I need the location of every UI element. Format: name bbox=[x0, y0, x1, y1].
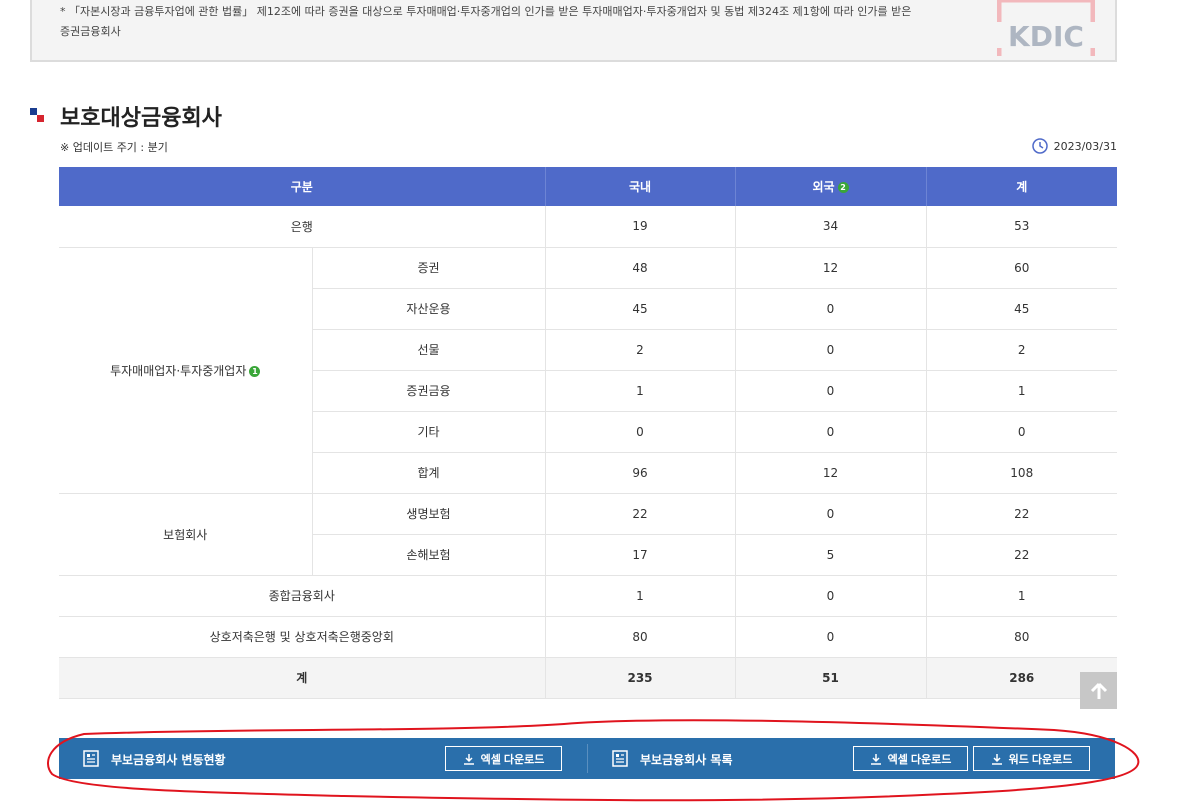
footnote-badge-2[interactable]: 2 bbox=[837, 182, 849, 193]
word-download-label: 워드 다운로드 bbox=[1008, 753, 1073, 766]
excel-download-button-list[interactable]: 엑셀 다운로드 bbox=[853, 746, 968, 771]
cell-total: 53 bbox=[926, 206, 1117, 248]
cell-total: 22 bbox=[926, 493, 1117, 535]
cell-domestic: 17 bbox=[545, 534, 736, 576]
cell-domestic: 235 bbox=[545, 657, 736, 699]
row-label: 자산운용 bbox=[312, 288, 546, 330]
download-group-changes: 부보금융회사 변동현황 엑셀 다운로드 bbox=[59, 738, 587, 779]
row-label: 계 bbox=[59, 657, 546, 699]
cell-domestic: 2 bbox=[545, 329, 736, 371]
cell-total: 60 bbox=[926, 247, 1117, 289]
cell-domestic: 22 bbox=[545, 493, 736, 535]
download-icon bbox=[991, 753, 1002, 765]
scroll-top-button[interactable] bbox=[1080, 672, 1117, 709]
table-total-row: 계 235 51 286 bbox=[59, 657, 1117, 699]
cell-foreign: 5 bbox=[735, 534, 927, 576]
header-foreign: 외국 2 bbox=[735, 167, 927, 206]
download-icon bbox=[870, 753, 881, 765]
cell-total: 1 bbox=[926, 370, 1117, 412]
table-row: 종합금융회사 1 0 1 bbox=[59, 575, 1117, 617]
table-row: 은행 19 34 53 bbox=[59, 206, 1117, 248]
notice-box: * 「자본시장과 금융투자업에 관한 법률」 제12조에 따라 증권을 대상으로… bbox=[30, 0, 1117, 62]
cell-foreign: 0 bbox=[735, 493, 927, 535]
row-label: 합계 bbox=[312, 452, 546, 494]
cell-foreign: 0 bbox=[735, 329, 927, 371]
download-bar: 부보금융회사 변동현황 엑셀 다운로드 부보금융회사 목록 엑셀 다운로드 워드… bbox=[59, 738, 1115, 779]
kdic-logo: KDIC bbox=[997, 0, 1095, 56]
row-label: 상호저축은행 및 상호저축은행중앙회 bbox=[59, 616, 546, 658]
header-category: 구분 bbox=[59, 167, 546, 206]
group-label-invest: 투자매매업자·투자중개업자 1 bbox=[59, 247, 313, 494]
header-domestic: 국내 bbox=[545, 167, 736, 206]
cell-foreign: 51 bbox=[735, 657, 927, 699]
cell-domestic: 1 bbox=[545, 575, 736, 617]
excel-download-label: 엑셀 다운로드 bbox=[480, 753, 545, 766]
update-date: 2023/03/31 bbox=[1031, 138, 1117, 154]
cell-foreign: 34 bbox=[735, 206, 927, 248]
excel-download-label: 엑셀 다운로드 bbox=[887, 753, 952, 766]
cell-foreign: 0 bbox=[735, 575, 927, 617]
download-label-changes: 부보금융회사 변동현황 bbox=[111, 753, 226, 767]
cell-total: 108 bbox=[926, 452, 1117, 494]
group-label-insurance: 보험회사 bbox=[59, 493, 313, 576]
table-row: 보험회사 생명보험 22 0 22 bbox=[59, 493, 1117, 576]
row-label: 선물 bbox=[312, 329, 546, 371]
document-icon bbox=[83, 750, 99, 767]
cell-domestic: 1 bbox=[545, 370, 736, 412]
row-label: 증권금융 bbox=[312, 370, 546, 412]
row-label: 증권 bbox=[312, 247, 546, 289]
table-row: 투자매매업자·투자중개업자 1 증권 48 12 60 bbox=[59, 247, 1117, 494]
cell-domestic: 45 bbox=[545, 288, 736, 330]
cell-foreign: 0 bbox=[735, 370, 927, 412]
row-label: 생명보험 bbox=[312, 493, 546, 535]
title-bullet-icon bbox=[30, 108, 46, 124]
group-label-text: 투자매매업자·투자중개업자 bbox=[110, 363, 247, 378]
section-title: 보호대상금융회사 bbox=[30, 100, 222, 132]
cell-domestic: 96 bbox=[545, 452, 736, 494]
cell-foreign: 12 bbox=[735, 247, 927, 289]
row-label: 손해보험 bbox=[312, 534, 546, 576]
document-icon bbox=[612, 750, 628, 767]
cell-foreign: 0 bbox=[735, 288, 927, 330]
cell-total: 0 bbox=[926, 411, 1117, 453]
kdic-logo-text: KDIC bbox=[1008, 20, 1084, 53]
row-label: 종합금융회사 bbox=[59, 575, 546, 617]
download-icon bbox=[463, 753, 474, 765]
cell-foreign: 0 bbox=[735, 616, 927, 658]
scroll-top-arrow-icon bbox=[1090, 682, 1107, 699]
footnote-badge-1[interactable]: 1 bbox=[249, 365, 261, 377]
cell-total: 1 bbox=[926, 575, 1117, 617]
header-total: 계 bbox=[926, 167, 1117, 206]
notice-text: * 「자본시장과 금융투자업에 관한 법률」 제12조에 따라 증권을 대상으로… bbox=[60, 2, 940, 42]
cell-total: 22 bbox=[926, 534, 1117, 576]
row-label: 은행 bbox=[59, 206, 546, 248]
header-foreign-label: 외국 bbox=[812, 180, 835, 194]
notice-line-1: * 「자본시장과 금융투자업에 관한 법률」 제12조에 따라 증권을 대상으로… bbox=[60, 5, 912, 18]
cell-foreign: 0 bbox=[735, 411, 927, 453]
page-title: 보호대상금융회사 bbox=[60, 106, 222, 131]
cell-foreign: 12 bbox=[735, 452, 927, 494]
notice-line-2: 증권금융회사 bbox=[60, 25, 121, 38]
cell-domestic: 0 bbox=[545, 411, 736, 453]
cell-total: 2 bbox=[926, 329, 1117, 371]
cell-domestic: 80 bbox=[545, 616, 736, 658]
excel-download-button-changes[interactable]: 엑셀 다운로드 bbox=[445, 746, 562, 771]
row-label: 기타 bbox=[312, 411, 546, 453]
cell-total: 80 bbox=[926, 616, 1117, 658]
table-header-row: 구분 국내 외국 2 계 bbox=[59, 167, 1117, 206]
cell-total: 45 bbox=[926, 288, 1117, 330]
download-label-list: 부보금융회사 목록 bbox=[640, 753, 733, 767]
update-date-value: 2023/03/31 bbox=[1053, 139, 1117, 153]
cell-domestic: 48 bbox=[545, 247, 736, 289]
clock-icon bbox=[1031, 138, 1048, 154]
cell-domestic: 19 bbox=[545, 206, 736, 248]
table-row: 상호저축은행 및 상호저축은행중앙회 80 0 80 bbox=[59, 616, 1117, 658]
update-cycle: ※ 업데이트 주기 : 분기 bbox=[60, 141, 168, 154]
word-download-button-list[interactable]: 워드 다운로드 bbox=[973, 746, 1090, 771]
financial-institutions-table: 구분 국내 외국 2 계 은행 19 34 53 투자매매업자·투자중개업자 1 증… bbox=[59, 167, 1117, 699]
download-group-list: 부보금융회사 목록 엑셀 다운로드 워드 다운로드 bbox=[588, 738, 1115, 779]
